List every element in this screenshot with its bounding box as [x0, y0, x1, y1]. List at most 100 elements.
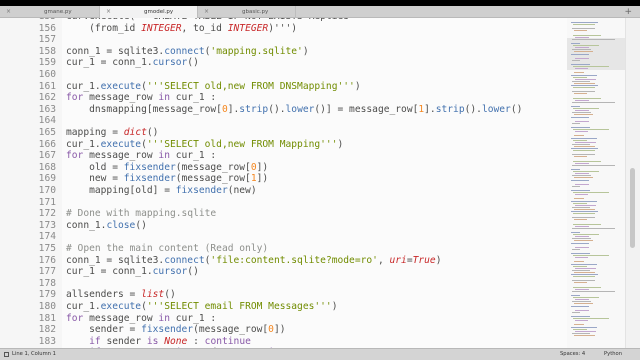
code-token: conn_1.	[66, 219, 107, 231]
code-line[interactable]: 159 cur_1 = conn_1.cursor()	[0, 57, 560, 69]
close-tab-icon[interactable]: ×	[6, 6, 11, 18]
minimap-stroke	[571, 74, 597, 76]
scrollbar-thumb[interactable]	[630, 168, 635, 248]
minimap-stroke	[572, 101, 616, 103]
code-text: cur_1.execute('''SELECT email FROM Messa…	[66, 301, 338, 313]
code-line[interactable]: 160	[0, 69, 560, 81]
code-line[interactable]: 163 dnsmapping[message_row[0].strip().lo…	[0, 104, 560, 116]
new-tab-button[interactable]: +	[624, 6, 632, 18]
tab-gmane[interactable]: × gmane.py	[0, 6, 100, 18]
minimap-stroke	[572, 217, 596, 219]
code-line[interactable]: 158 conn_1 = sqlite3.connect('mapping.sql…	[0, 46, 560, 58]
code-token: message_row	[83, 150, 159, 162]
line-number: 160	[38, 69, 56, 80]
code-text: new = fixsender(message_row[1])	[66, 173, 268, 185]
minimap-stroke	[575, 267, 596, 269]
code-token: ().	[464, 103, 482, 115]
code-line[interactable]: 171	[0, 197, 560, 209]
minimap-stroke	[572, 301, 592, 303]
code-token: # Open the main content (Read only)	[66, 243, 269, 254]
code-line[interactable]: 167 for message_row in cur_1 :	[0, 150, 560, 162]
code-token: ()	[187, 266, 199, 278]
code-line[interactable]: 174	[0, 231, 560, 243]
code-line[interactable]: 165 mapping = dict()	[0, 127, 560, 139]
code-line[interactable]: 176 conn_1 = sqlite3.connect('file:conten…	[0, 255, 560, 267]
code-text: # Open the main content (Read only)	[66, 243, 268, 255]
code-text: (from_id INTEGER, to_id INTEGER)''')	[66, 23, 297, 35]
code-token: ])	[273, 324, 286, 336]
minimap-stroke	[574, 240, 594, 242]
close-tab-icon[interactable]: ×	[204, 6, 209, 18]
minimap-stroke	[571, 22, 598, 23]
code-token: strip	[239, 103, 269, 115]
minimap-stroke	[575, 162, 590, 164]
code-text: conn_1 = sqlite3.connect('file:content.s…	[66, 255, 442, 267]
code-token: in	[158, 312, 170, 324]
code-text: # Done with mapping.sqlite	[66, 208, 216, 220]
indentation-setting[interactable]: Spaces: 4	[560, 349, 585, 360]
code-line[interactable]: 179 allsenders = list()	[0, 289, 560, 301]
code-line[interactable]: 156 (from_id INTEGER, to_id INTEGER)''')	[0, 23, 560, 35]
code-token: # Done with mapping.sqlite	[66, 208, 217, 220]
code-line[interactable]: 181 for message_row in cur_1 :	[0, 313, 560, 325]
code-line[interactable]: 172 # Done with mapping.sqlite	[0, 208, 560, 220]
code-editor[interactable]: 155cur.execute('''CREATE TABLE IF NOT EX…	[0, 18, 567, 348]
code-token: ])	[256, 161, 269, 173]
minimap-stroke	[574, 261, 585, 263]
minimap-stroke	[574, 114, 594, 116]
code-line[interactable]: 183 if sender is None : continue	[0, 336, 560, 348]
minimap-stroke	[575, 183, 590, 185]
code-line[interactable]: 162 for message_row in cur_1 :	[0, 92, 560, 104]
code-text: conn_1 = sqlite3.connect('mapping.sqlite…	[66, 46, 309, 58]
code-line[interactable]: 164	[0, 115, 560, 127]
code-line[interactable]: 169 new = fixsender(message_row[1])	[0, 173, 560, 185]
vertical-scrollbar[interactable]	[625, 18, 640, 348]
tab-gbasic[interactable]: × gbasic.py	[198, 6, 296, 18]
minimap-stroke	[573, 160, 602, 162]
minimap-stroke	[571, 316, 591, 317]
code-token: ].	[424, 103, 436, 115]
code-line[interactable]: 161 cur_1.execute('''SELECT old,new FROM …	[0, 81, 560, 93]
panel-toggle-icon[interactable]	[4, 352, 9, 357]
minimap-stroke	[572, 248, 580, 250]
minimap-stroke	[573, 139, 588, 141]
code-text: cur_1 = conn_1.cursor()	[66, 57, 199, 69]
code-line[interactable]: 173 conn_1.close()	[0, 220, 560, 232]
minimap-stroke	[574, 271, 596, 273]
code-line[interactable]: 177 cur_1 = conn_1.cursor()	[0, 266, 560, 278]
minimap-stroke	[573, 45, 600, 47]
line-number: 174	[38, 231, 56, 243]
code-token: mapping[old] =	[66, 185, 176, 196]
minimap-stroke	[575, 47, 590, 49]
minimap-stroke	[571, 305, 590, 307]
minimap-stroke	[571, 179, 590, 181]
minimap-stroke	[571, 106, 580, 107]
line-number: 169	[38, 173, 56, 185]
minimap-stroke	[575, 246, 590, 248]
close-tab-icon[interactable]: ×	[106, 6, 111, 18]
code-token: uri	[389, 254, 407, 266]
code-line[interactable]: 178	[0, 278, 560, 290]
minimap-stroke	[574, 156, 587, 158]
code-token: cur.execute('''CREATE TABLE IF NOT EXIST…	[66, 18, 349, 22]
code-line[interactable]: 175 # Open the main content (Read only)	[0, 243, 560, 255]
minimap-stroke	[575, 36, 590, 38]
tab-gmodel[interactable]: × gmodel.py	[100, 6, 198, 18]
minimap-stroke	[571, 116, 590, 118]
line-number: 159	[38, 57, 56, 69]
code-line[interactable]: 157	[0, 34, 560, 46]
minimap-stroke	[573, 223, 602, 225]
minimap-stroke	[575, 257, 588, 259]
minimap[interactable]	[567, 18, 625, 348]
minimap-stroke	[572, 80, 590, 82]
code-line[interactable]: 168 old = fixsender(message_row[0])	[0, 162, 560, 174]
minimap-stroke	[573, 318, 609, 320]
minimap-stroke	[574, 93, 587, 95]
code-line[interactable]: 170 mapping[old] = fixsender(new)	[0, 185, 560, 197]
code-line[interactable]: 166 cur_1.execute('''SELECT old,new FROM …	[0, 139, 560, 151]
line-number: 161	[38, 80, 56, 92]
code-line[interactable]: 182 sender = fixsender(message_row[0])	[0, 324, 560, 336]
code-line[interactable]: 180 cur_1.execute('''SELECT email FROM Me…	[0, 301, 560, 313]
syntax-language[interactable]: Python	[604, 349, 622, 360]
